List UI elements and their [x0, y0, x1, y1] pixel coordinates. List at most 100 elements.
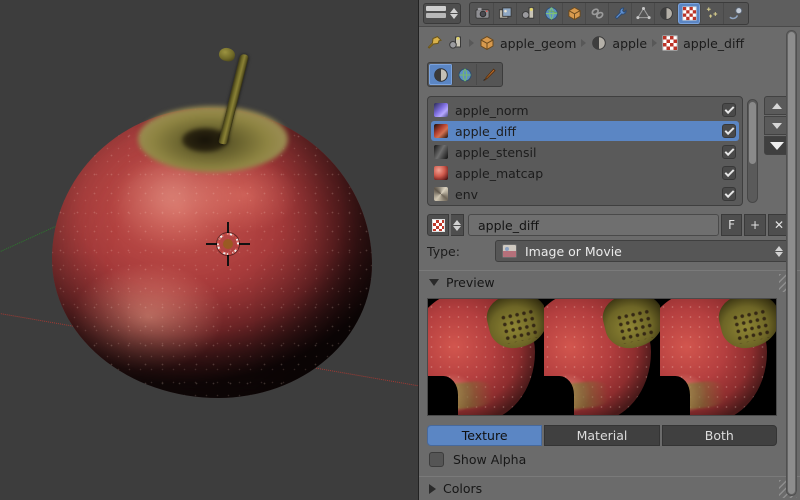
particles-icon — [706, 6, 717, 18]
3d-viewport[interactable] — [0, 0, 418, 500]
breadcrumb-item-texture[interactable]: apple_diff — [662, 35, 744, 51]
texture-icon — [681, 5, 697, 21]
texture-id-block: apple_diff F + ✕ — [427, 214, 790, 236]
editor-type-selector[interactable] — [423, 2, 461, 24]
tab-object[interactable] — [563, 2, 586, 24]
show-alpha-checkbox[interactable] — [429, 452, 444, 467]
world-icon — [544, 6, 558, 20]
tab-render-layers[interactable] — [494, 2, 517, 24]
tab-texture[interactable] — [678, 2, 701, 24]
list-item[interactable]: apple_matcap — [431, 163, 739, 183]
context-button-material[interactable] — [429, 64, 453, 85]
texture-thumbnail — [434, 103, 448, 117]
object-icon — [567, 6, 581, 20]
tab-object-data[interactable] — [632, 2, 655, 24]
texture-type-value: Image or Movie — [525, 243, 622, 259]
preview-tile — [543, 299, 660, 415]
context-button-world[interactable] — [453, 64, 477, 85]
list-item[interactable]: env — [431, 184, 739, 204]
object-data-breadcrumb-icon[interactable] — [448, 35, 464, 51]
physics-icon — [729, 6, 743, 19]
colors-panel-title: Colors — [443, 481, 483, 496]
brush-context-icon — [483, 67, 496, 81]
texture-list-scrollbar[interactable] — [747, 99, 758, 203]
tab-particles[interactable] — [701, 2, 724, 24]
tab-material[interactable] — [655, 2, 678, 24]
texture-slot-label: apple_matcap — [455, 165, 544, 181]
show-alpha-row[interactable]: Show Alpha — [429, 452, 526, 467]
3d-cursor-icon[interactable] — [206, 222, 250, 266]
texture-enable-checkbox[interactable] — [722, 166, 736, 180]
preview-mode-both-button[interactable]: Both — [661, 425, 777, 446]
list-item[interactable]: apple_diff — [431, 121, 739, 141]
chevron-updown-icon — [775, 245, 783, 257]
fake-user-button[interactable]: F — [721, 214, 742, 236]
texture-datablock-button[interactable] — [427, 214, 449, 236]
preview-tile — [428, 299, 544, 415]
texture-type-row: Type: Image or Movie — [427, 240, 790, 262]
preview-panel-header[interactable]: Preview — [419, 270, 800, 294]
texture-name-input[interactable]: apple_diff — [468, 214, 720, 236]
tab-modifiers[interactable] — [609, 2, 632, 24]
texture-thumbnail — [434, 187, 448, 201]
tab-constraints[interactable] — [586, 2, 609, 24]
scene-icon — [521, 6, 534, 19]
material-context-icon — [433, 67, 448, 82]
texture-slot-list[interactable]: apple_norm apple_diff apple_stensil appl… — [427, 96, 743, 206]
breadcrumb-item-material[interactable]: apple — [591, 35, 647, 51]
breadcrumb-texture-label: apple_diff — [683, 35, 745, 51]
properties-editor-icon — [426, 5, 446, 21]
material-icon — [659, 6, 673, 20]
constraints-icon — [590, 7, 604, 19]
tab-render[interactable] — [471, 2, 494, 24]
texture-enable-checkbox[interactable] — [722, 145, 736, 159]
breadcrumb-object-label: apple_geom — [500, 35, 577, 51]
texture-enable-checkbox[interactable] — [722, 187, 736, 201]
tab-physics[interactable] — [724, 3, 747, 24]
object-icon — [480, 36, 494, 50]
editor-type-spinner-icon — [450, 7, 458, 19]
breadcrumb-item-object[interactable]: apple_geom — [479, 35, 576, 51]
texture-type-dropdown[interactable]: Image or Movie — [495, 240, 790, 262]
list-item[interactable]: apple_norm — [431, 100, 739, 120]
tab-scene[interactable] — [517, 2, 540, 24]
object-data-icon — [635, 6, 651, 19]
move-up-icon — [772, 102, 782, 109]
material-icon — [592, 36, 607, 50]
colors-panel-header[interactable]: Colors — [419, 476, 800, 500]
texture-context-row — [427, 62, 503, 87]
properties-header — [419, 0, 800, 27]
specials-menu-icon — [770, 141, 784, 150]
pin-icon[interactable] — [427, 35, 443, 51]
show-alpha-label: Show Alpha — [453, 452, 527, 467]
texture-slot-label: apple_norm — [455, 102, 529, 118]
properties-scrollbar[interactable] — [786, 30, 797, 496]
browse-texture-button[interactable] — [451, 214, 464, 236]
new-texture-button[interactable]: + — [744, 214, 766, 236]
texture-enable-checkbox[interactable] — [722, 103, 736, 117]
list-item[interactable]: apple_stensil — [431, 142, 739, 162]
preview-tile — [659, 299, 776, 415]
texture-slot-label: apple_diff — [455, 123, 516, 139]
texture-slot-label: apple_stensil — [455, 144, 537, 160]
preview-panel-title: Preview — [446, 275, 495, 290]
texture-preview[interactable] — [427, 298, 777, 416]
texture-thumbnail — [434, 166, 448, 180]
preview-mode-toggle: Texture Material Both — [427, 425, 777, 446]
tab-world[interactable] — [540, 2, 563, 24]
texture-enable-checkbox[interactable] — [722, 124, 736, 138]
preview-mode-texture-button[interactable]: Texture — [427, 425, 543, 446]
context-button-brush[interactable] — [477, 64, 501, 85]
breadcrumb-separator-icon — [652, 39, 658, 47]
scrollbar-thumb[interactable] — [749, 102, 756, 164]
preview-mode-material-button[interactable]: Material — [544, 425, 660, 446]
scrollbar-thumb[interactable] — [788, 32, 795, 494]
render-icon — [474, 7, 490, 19]
texture-thumbnail — [434, 145, 448, 159]
texture-thumbnail — [434, 124, 448, 138]
render-layers-icon — [498, 6, 512, 19]
world-context-icon — [458, 68, 471, 81]
chevron-down-icon — [429, 279, 439, 286]
modifiers-icon — [614, 7, 627, 19]
type-label: Type: — [427, 243, 460, 259]
